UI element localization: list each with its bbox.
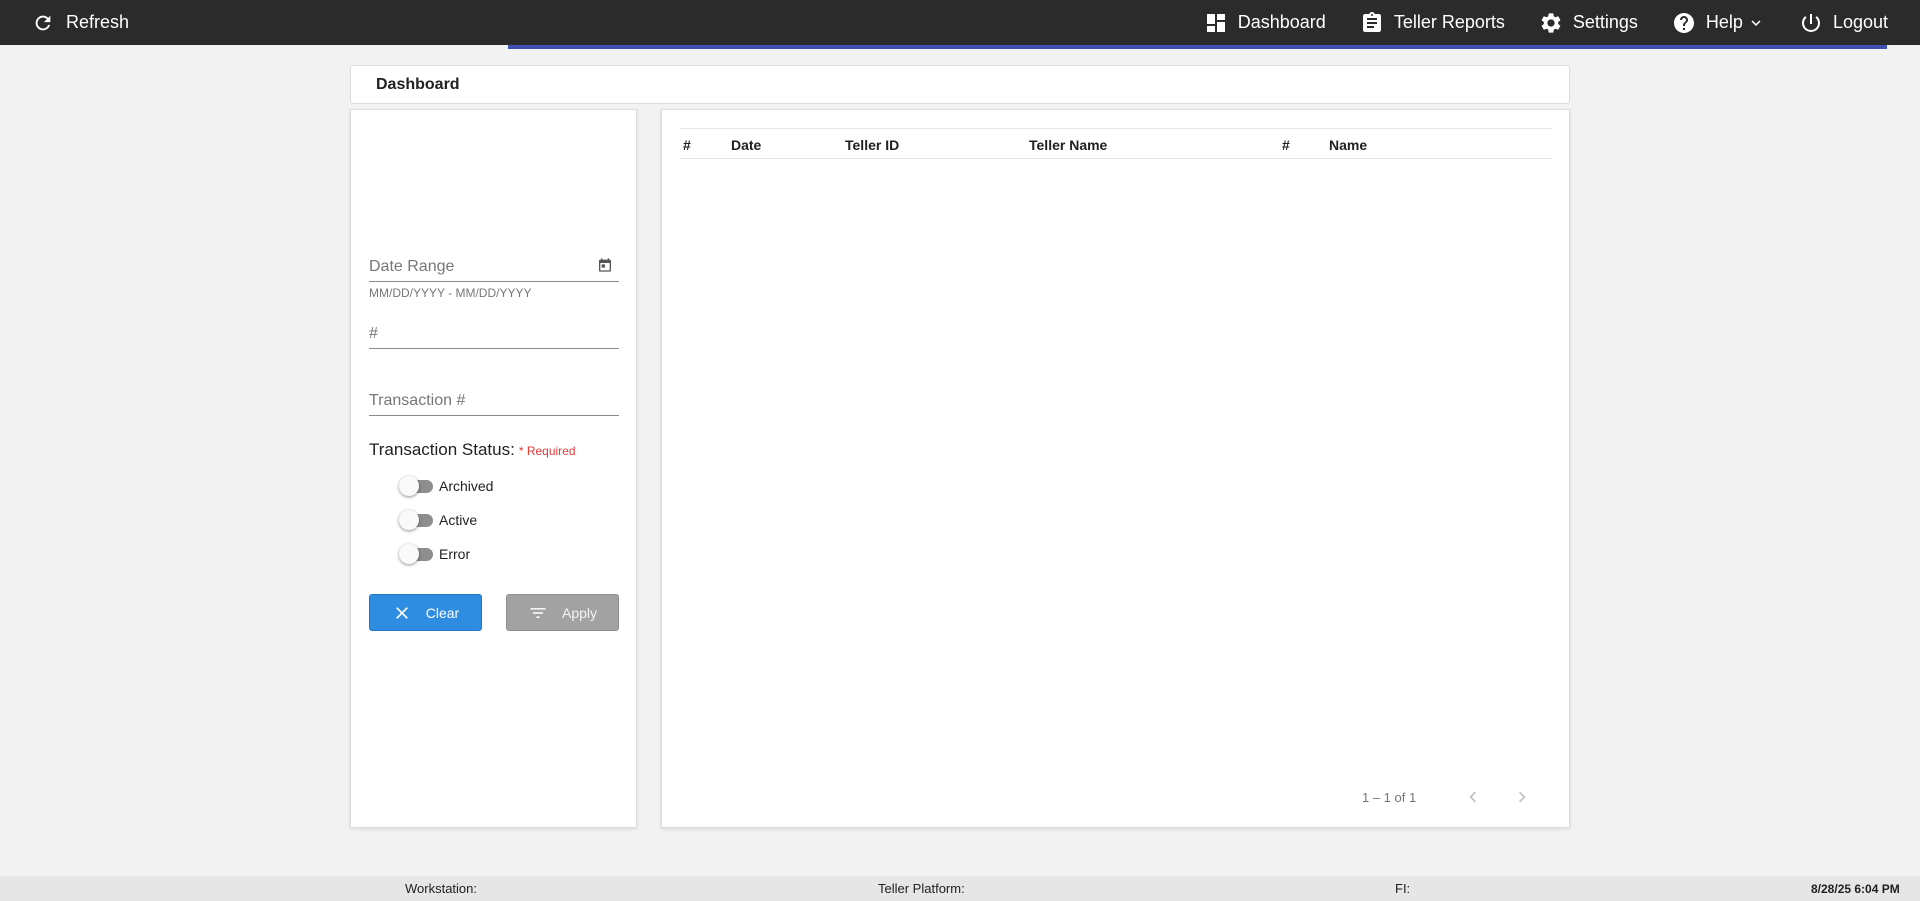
results-table-panel: # Date Teller ID Teller Name # Name 1 – … [661, 109, 1570, 828]
clear-button[interactable]: Clear [369, 594, 482, 631]
filter-icon [530, 607, 546, 618]
column-header-name[interactable]: Name [1329, 137, 1367, 153]
date-range-placeholder: Date Range [369, 258, 455, 275]
toggle-active-label: Active [439, 512, 478, 528]
toggle-error-label: Error [439, 546, 471, 562]
calendar-icon[interactable] [597, 257, 613, 273]
toggle-archived[interactable]: Archived [399, 476, 493, 496]
clipboard-icon [1362, 11, 1381, 32]
table-header: # Date Teller ID Teller Name # Name [680, 128, 1552, 159]
main-nav: Dashboard Teller Reports Settings Help L… [1204, 0, 1920, 45]
gear-icon [1541, 12, 1561, 33]
date-range-field[interactable]: Date Range [369, 252, 619, 282]
nav-help[interactable]: Help [1672, 0, 1765, 45]
apply-label: Apply [561, 604, 598, 621]
active-accent-bar [508, 45, 1887, 49]
nav-logout[interactable]: Logout [1799, 0, 1888, 45]
nav-teller-reports-label: Teller Reports [1393, 12, 1505, 32]
toggle-switch[interactable] [399, 476, 435, 496]
pagination-range: 1 – 1 of 1 [1362, 790, 1417, 805]
nav-help-label: Help [1705, 12, 1743, 32]
number-field[interactable]: # [369, 319, 619, 349]
chevron-left-icon[interactable] [1462, 786, 1484, 808]
top-navigation-bar: Refresh Dashboard Teller Reports Setting… [0, 0, 1920, 49]
required-indicator: * Required [518, 444, 576, 458]
breadcrumb: Dashboard [350, 65, 1570, 104]
column-header-date[interactable]: Date [731, 137, 761, 153]
refresh-button[interactable]: Refresh [32, 0, 129, 45]
nav-settings[interactable]: Settings [1539, 0, 1638, 45]
dashboard-icon [1206, 13, 1225, 32]
fi-label: FI: [1395, 881, 1411, 896]
transaction-status-label: Transaction Status: * Required [369, 440, 576, 460]
toggle-archived-label: Archived [439, 478, 494, 494]
nav-dashboard-label: Dashboard [1237, 12, 1326, 32]
toggle-active[interactable]: Active [399, 510, 477, 530]
teller-platform-label: Teller Platform: [878, 881, 965, 896]
page-title: Dashboard [376, 75, 460, 93]
transaction-status-text: Transaction Status: [369, 440, 515, 459]
chevron-right-icon[interactable] [1511, 786, 1533, 808]
refresh-icon [35, 15, 51, 30]
close-icon [395, 606, 408, 619]
chevron-down-icon [1751, 19, 1761, 26]
nav-logout-label: Logout [1832, 12, 1888, 32]
number-placeholder: # [369, 325, 378, 342]
toggle-switch[interactable] [399, 544, 435, 564]
datetime-display: 8/28/25 6:04 PM [1811, 882, 1900, 896]
status-footer: Workstation: Teller Platform: FI: 8/28/2… [0, 876, 1920, 901]
transaction-number-placeholder: Transaction # [369, 392, 466, 409]
column-header-number-2[interactable]: # [1282, 137, 1290, 153]
toggle-error[interactable]: Error [399, 544, 470, 564]
column-header-number[interactable]: # [683, 137, 691, 153]
date-range-hint: MM/DD/YYYY - MM/DD/YYYY [369, 286, 532, 300]
refresh-label: Refresh [66, 12, 130, 32]
apply-button[interactable]: Apply [506, 594, 619, 631]
transaction-number-field[interactable]: Transaction # [369, 386, 619, 416]
column-header-teller-id[interactable]: Teller ID [845, 137, 899, 153]
help-icon [1673, 12, 1694, 33]
nav-settings-label: Settings [1572, 12, 1638, 32]
nav-teller-reports[interactable]: Teller Reports [1360, 0, 1505, 45]
workstation-label: Workstation: [405, 881, 478, 896]
clear-label: Clear [425, 604, 460, 621]
nav-dashboard[interactable]: Dashboard [1204, 0, 1326, 45]
toggle-switch[interactable] [399, 510, 435, 530]
power-icon [1801, 13, 1820, 32]
column-header-teller-name[interactable]: Teller Name [1029, 137, 1107, 153]
filter-panel: Date Range MM/DD/YYYY - MM/DD/YYYY # Tra… [350, 109, 637, 828]
